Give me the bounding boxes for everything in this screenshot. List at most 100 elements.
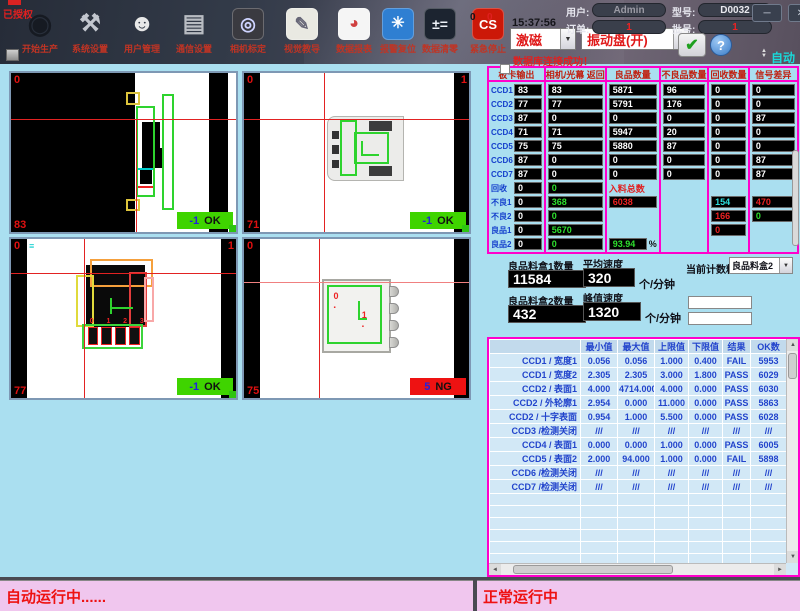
- cell-value: 0.000: [689, 382, 723, 396]
- value-box: 71: [514, 126, 542, 138]
- cell-value: PASS: [723, 382, 751, 396]
- crosshair-h: [244, 119, 469, 120]
- column-header: 最小值: [581, 340, 618, 354]
- data-clear-button[interactable]: ±=数据清零: [414, 8, 466, 55]
- batch-value-field[interactable]: 1: [698, 20, 772, 34]
- current-bin-dropdown[interactable]: 良品料盒2 ▼: [729, 257, 793, 274]
- table-row: 87: [752, 167, 795, 181]
- row-label: CCD2: [491, 100, 514, 109]
- row-label: 回收: [491, 183, 514, 194]
- v-scrollbar[interactable]: ▲ ▼: [786, 339, 798, 563]
- db-status-text: 数据库连接成功！: [513, 53, 593, 68]
- scroll-thumb[interactable]: [788, 353, 797, 379]
- empty-row: [490, 518, 787, 530]
- cell-value: 1.800: [689, 368, 723, 382]
- value-box: 5947: [609, 126, 657, 138]
- vision-teaching-button[interactable]: ✎视觉教导: [276, 8, 328, 55]
- table-row: 87: [663, 139, 705, 153]
- user-management-button[interactable]: ☻用户管理: [116, 8, 168, 55]
- comm-settings-button[interactable]: ▤通信设置: [168, 8, 220, 55]
- empty-cell: [723, 530, 751, 542]
- result-text: OK: [204, 215, 221, 227]
- image-edge: [221, 239, 236, 398]
- scroll-up-icon[interactable]: ▲: [787, 339, 799, 351]
- table-row: 0: [548, 181, 603, 195]
- user-label: 用户:: [566, 4, 589, 19]
- value-box: 5871: [609, 84, 657, 96]
- spare-field-2[interactable]: [688, 312, 752, 325]
- table-row: [711, 181, 746, 195]
- cell-value: 11.000: [655, 396, 689, 410]
- value-box: 0: [711, 168, 746, 180]
- cell-value: 0.000: [689, 452, 723, 466]
- feed-total-label: 入料总数: [609, 182, 645, 195]
- cell-value: ///: [655, 480, 689, 494]
- cell-value: ///: [618, 480, 655, 494]
- cell-value: 6005: [751, 438, 787, 452]
- order-value-field[interactable]: 1: [592, 20, 666, 34]
- scroll-left-icon[interactable]: ◄: [489, 564, 501, 576]
- table-row: CCD471: [491, 125, 542, 139]
- vision-teaching-label: 视觉教导: [276, 42, 328, 55]
- row-label: 不良2: [491, 211, 514, 222]
- help-button[interactable]: ?: [710, 34, 732, 56]
- image-edge: [454, 73, 469, 232]
- scroll-thumb[interactable]: [513, 565, 673, 574]
- table-row: 20: [663, 125, 705, 139]
- table1-checkbox[interactable]: [500, 64, 510, 74]
- row-label: CCD3 /检测关闭: [490, 424, 581, 438]
- result-value: -1: [189, 215, 199, 227]
- table-row: CCD7 /检测关闭//////////////////: [490, 480, 787, 494]
- cell-value: 0.056: [618, 354, 655, 368]
- close-button[interactable]: ✕: [788, 4, 800, 22]
- chevron-down-icon[interactable]: ▼: [779, 258, 792, 273]
- empty-cell: [618, 506, 655, 518]
- value-box: 470: [752, 196, 795, 208]
- table-row: 87: [752, 153, 795, 167]
- table-row: 良品20: [491, 237, 542, 251]
- current-bin-value: 良品料盒2: [730, 258, 779, 273]
- image-edge: [244, 73, 260, 232]
- system-settings-button[interactable]: ⚒系统设置: [64, 8, 116, 55]
- value-box: 0: [663, 112, 705, 124]
- empty-cell: [618, 554, 655, 564]
- pin: [389, 320, 399, 331]
- start-production-button[interactable]: ◉开始生产: [14, 8, 66, 55]
- spare-field-1[interactable]: [688, 296, 752, 309]
- measurement-table: 最小值最大值上限值下限值结果OK数 CCD1 / 宽度10.0560.0561.…: [487, 337, 800, 577]
- crosshair-v: [84, 239, 85, 398]
- toolbar: 已授权 ◉开始生产⚒系统设置☻用户管理▤通信设置◎相机标定✎视觉教导◕数据报表✳…: [0, 0, 800, 64]
- empty-cell: [655, 554, 689, 564]
- confirm-button[interactable]: ✔: [678, 33, 706, 57]
- cam2-count-tl: 0: [247, 74, 253, 86]
- value-box: 77: [514, 98, 542, 110]
- counts-scrollbar[interactable]: [792, 150, 799, 246]
- camera-lens-icon: ◎: [232, 8, 264, 40]
- row-label: CCD5 / 表面2: [490, 452, 581, 466]
- empty-cell: [723, 542, 751, 554]
- table-row: CCD183: [491, 83, 542, 97]
- empty-row: [490, 494, 787, 506]
- film-reel-icon: ◉: [24, 8, 56, 40]
- cell-value: ///: [689, 424, 723, 438]
- lead: [88, 327, 99, 344]
- image-region: [228, 73, 236, 232]
- camera-calibration-button[interactable]: ◎ 相机标定: [222, 8, 274, 55]
- value-box: 75: [548, 140, 603, 152]
- auto-spinner[interactable]: ▲▼: [761, 49, 767, 60]
- table-row: 0: [548, 167, 603, 181]
- table-row: 0: [548, 111, 603, 125]
- table-row: 0: [711, 83, 746, 97]
- table-row: 5791: [609, 97, 657, 111]
- minimize-button[interactable]: ─: [752, 4, 782, 22]
- user-value-field[interactable]: Admin: [592, 3, 666, 17]
- scroll-right-icon[interactable]: ►: [774, 564, 786, 576]
- cell-value: ///: [655, 466, 689, 480]
- part-image: [327, 116, 404, 181]
- cell-value: 5.500: [655, 410, 689, 424]
- counts-column: 相机/光幕 返回837707175000368056700: [546, 68, 607, 252]
- scroll-down-icon[interactable]: ▼: [787, 551, 799, 563]
- camera-calibration-label: 相机标定: [222, 42, 274, 55]
- h-scrollbar[interactable]: ◄ ►: [489, 563, 786, 575]
- cell-value: 4.000: [581, 382, 618, 396]
